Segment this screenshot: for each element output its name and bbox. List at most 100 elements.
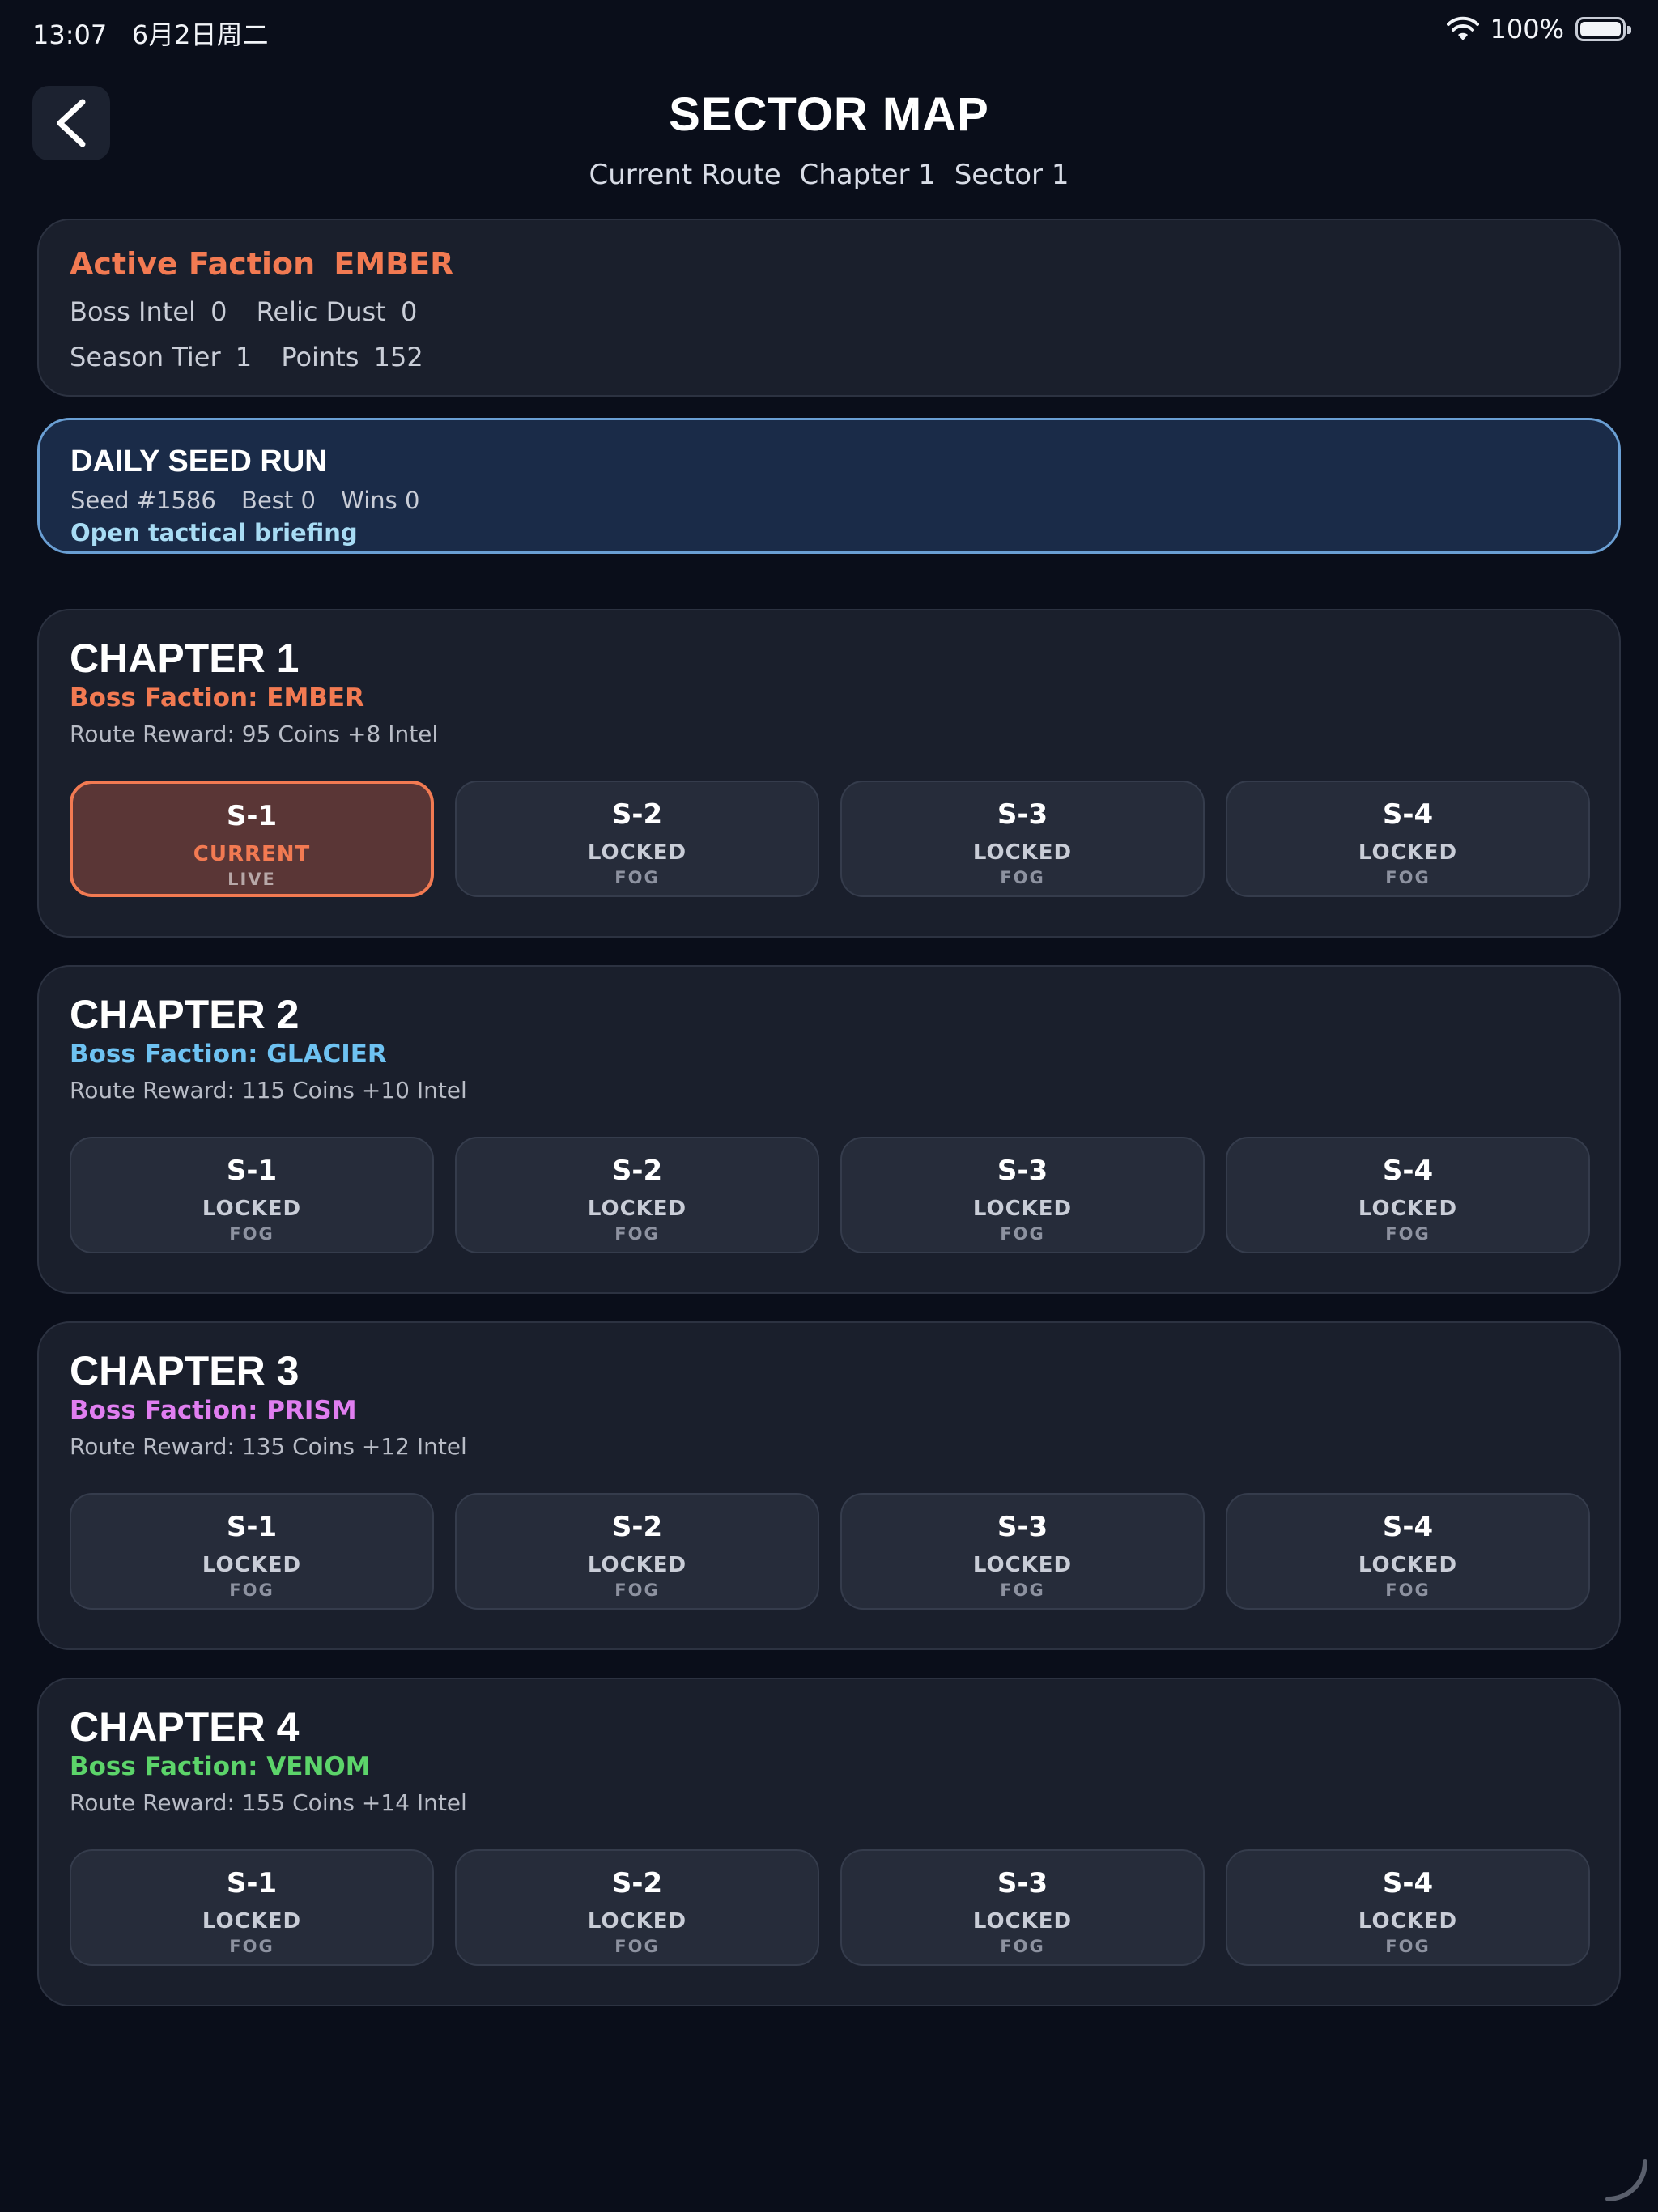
sector-name: S-3 — [997, 1155, 1048, 1187]
sector-name: S-1 — [226, 1511, 278, 1543]
relic-dust-label: Relic Dust — [256, 296, 386, 327]
points-value: 152 — [373, 342, 423, 372]
wifi-icon — [1446, 16, 1479, 40]
route-label: Current Route — [589, 159, 781, 191]
sector-button-3-4[interactable]: S-4 LOCKED FOG — [1226, 1493, 1590, 1610]
sector-state: LOCKED — [587, 1553, 687, 1577]
sector-name: S-2 — [611, 798, 663, 831]
daily-title: DAILY SEED RUN — [70, 445, 327, 479]
sector-state: LOCKED — [1358, 1909, 1458, 1933]
sector-button-4-3[interactable]: S-3 LOCKED FOG — [840, 1849, 1205, 1966]
daily-wins: Wins 0 — [341, 487, 420, 514]
sector-button-2-4[interactable]: S-4 LOCKED FOG — [1226, 1137, 1590, 1253]
battery-icon — [1575, 17, 1631, 41]
sector-substate: FOG — [229, 1224, 274, 1244]
sector-name: S-1 — [226, 1867, 278, 1899]
battery-percent: 100% — [1490, 14, 1564, 45]
sector-button-1-2[interactable]: S-2 LOCKED FOG — [455, 781, 819, 897]
sector-substate: FOG — [1385, 868, 1431, 887]
sector-button-4-4[interactable]: S-4 LOCKED FOG — [1226, 1849, 1590, 1966]
sector-button-3-1[interactable]: S-1 LOCKED FOG — [70, 1493, 434, 1610]
sector-state: LOCKED — [972, 840, 1073, 865]
sector-state: LOCKED — [587, 1197, 687, 1221]
daily-seed: Seed #1586 — [70, 487, 216, 514]
sector-button-4-1[interactable]: S-1 LOCKED FOG — [70, 1849, 434, 1966]
season-tier-value: 1 — [235, 342, 253, 372]
sector-substate: FOG — [614, 868, 660, 887]
status-indicators: 100% — [1446, 13, 1631, 45]
chapter-title: CHAPTER 2 — [70, 992, 300, 1037]
chapter-route-reward: Route Reward: 95 Coins +8 Intel — [70, 721, 439, 747]
sector-state: LOCKED — [1358, 840, 1458, 865]
sector-name: S-4 — [1382, 1155, 1434, 1187]
sector-state: LOCKED — [202, 1553, 302, 1577]
sector-button-3-2[interactable]: S-2 LOCKED FOG — [455, 1493, 819, 1610]
daily-stats: Seed #1586 Best 0 Wins 0 — [70, 487, 437, 514]
route-sector: Sector 1 — [954, 159, 1069, 191]
active-faction: Active Faction EMBER — [70, 246, 461, 282]
sector-state: LOCKED — [972, 1553, 1073, 1577]
sector-substate: FOG — [229, 1937, 274, 1956]
sector-state: LOCKED — [972, 1197, 1073, 1221]
season-tier-label: Season Tier — [70, 342, 221, 372]
sector-button-1-4[interactable]: S-4 LOCKED FOG — [1226, 781, 1590, 897]
active-faction-label: Active Faction — [70, 246, 316, 282]
status-date: 6月2日周二 — [131, 19, 269, 50]
sector-state: LOCKED — [587, 840, 687, 865]
sector-button-2-2[interactable]: S-2 LOCKED FOG — [455, 1137, 819, 1253]
chapter-boss-faction: Boss Faction: GLACIER — [70, 1040, 387, 1069]
sector-name: S-2 — [611, 1511, 663, 1543]
sector-name: S-4 — [1382, 1867, 1434, 1899]
sector-state: LOCKED — [202, 1909, 302, 1933]
chapter-card-3: CHAPTER 3 Boss Faction: PRISM Route Reward… — [37, 1321, 1621, 1650]
sector-state: LOCKED — [1358, 1553, 1458, 1577]
sector-name: S-3 — [997, 1867, 1048, 1899]
chapter-route-reward: Route Reward: 115 Coins +10 Intel — [70, 1077, 467, 1104]
sector-substate: LIVE — [227, 870, 276, 889]
sector-button-4-2[interactable]: S-2 LOCKED FOG — [455, 1849, 819, 1966]
chapter-boss-faction: Boss Faction: PRISM — [70, 1396, 357, 1425]
season-stats: Season Tier 1 Points 152 — [70, 342, 430, 372]
sector-substate: FOG — [614, 1937, 660, 1956]
chapter-route-reward: Route Reward: 135 Coins +12 Intel — [70, 1433, 467, 1460]
sector-button-2-3[interactable]: S-3 LOCKED FOG — [840, 1137, 1205, 1253]
chapter-title: CHAPTER 4 — [70, 1704, 300, 1750]
sector-state: CURRENT — [193, 842, 311, 866]
chapter-boss-faction: Boss Faction: EMBER — [70, 683, 364, 713]
sector-name: S-1 — [226, 1155, 278, 1187]
chapter-boss-faction: Boss Faction: VENOM — [70, 1752, 371, 1781]
sector-button-3-3[interactable]: S-3 LOCKED FOG — [840, 1493, 1205, 1610]
sector-name: S-2 — [611, 1155, 663, 1187]
relic-dust-value: 0 — [400, 296, 418, 327]
tactical-briefing-link[interactable]: Open tactical briefing — [70, 519, 358, 547]
sector-name: S-1 — [226, 800, 278, 832]
sector-substate: FOG — [1000, 1224, 1045, 1244]
sector-button-1-1[interactable]: S-1 CURRENT LIVE — [70, 781, 434, 897]
daily-seed-card[interactable]: DAILY SEED RUN Seed #1586 Best 0 Wins 0 … — [37, 418, 1621, 554]
sector-name: S-4 — [1382, 798, 1434, 831]
chapter-title: CHAPTER 1 — [70, 636, 300, 681]
sector-substate: FOG — [1385, 1580, 1431, 1600]
sector-substate: FOG — [614, 1580, 660, 1600]
sector-substate: FOG — [614, 1224, 660, 1244]
sector-substate: FOG — [1000, 1580, 1045, 1600]
sector-button-2-1[interactable]: S-1 LOCKED FOG — [70, 1137, 434, 1253]
battery-fill — [1580, 22, 1621, 36]
sector-state: LOCKED — [1358, 1197, 1458, 1221]
sector-name: S-4 — [1382, 1511, 1434, 1543]
status-time: 13:07 6月2日周二 — [32, 15, 268, 52]
sector-row: S-1 CURRENT LIVE S-2 LOCKED FOG S-3 LOCKED FOG S-… — [70, 781, 1590, 897]
sector-name: S-3 — [997, 798, 1048, 831]
sector-substate: FOG — [1385, 1937, 1431, 1956]
sector-substate: FOG — [1000, 1937, 1045, 1956]
daily-best: Best 0 — [241, 487, 316, 514]
sector-state: LOCKED — [587, 1909, 687, 1933]
status-clock: 13:07 — [32, 19, 108, 50]
boss-intel-label: Boss Intel — [70, 296, 196, 327]
sector-substate: FOG — [1385, 1224, 1431, 1244]
sector-button-1-3[interactable]: S-3 LOCKED FOG — [840, 781, 1205, 897]
sector-state: LOCKED — [202, 1197, 302, 1221]
route-chapter: Chapter 1 — [799, 159, 936, 191]
active-faction-name: EMBER — [334, 246, 454, 282]
current-route: Current Route Chapter 1 Sector 1 — [0, 159, 1658, 191]
